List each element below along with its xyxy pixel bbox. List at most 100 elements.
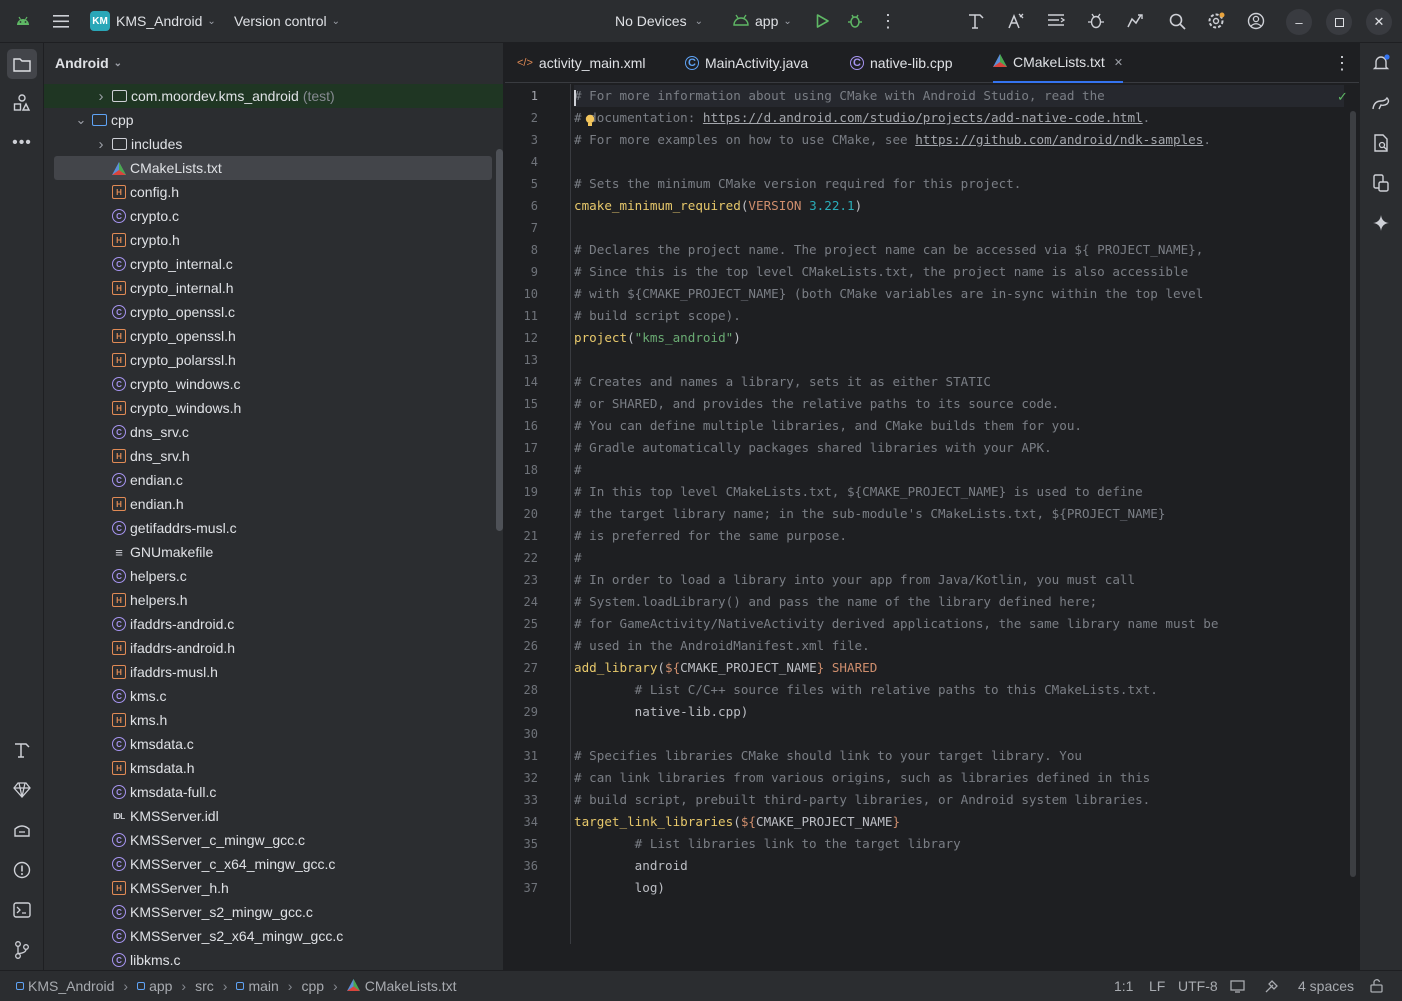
- breadcrumb-item[interactable]: app: [149, 978, 172, 994]
- code-line[interactable]: # In this top level CMakeLists.txt, ${CM…: [574, 481, 1143, 503]
- chevron-down-icon[interactable]: ⌄: [74, 112, 88, 128]
- breadcrumb-item[interactable]: main: [248, 978, 278, 994]
- running-devices-icon[interactable]: [1366, 168, 1396, 198]
- lock-icon[interactable]: [1370, 971, 1383, 1001]
- code-line[interactable]: # Specifies libraries CMake should link …: [574, 745, 1082, 767]
- settings-icon[interactable]: [1205, 6, 1227, 36]
- gradle-icon[interactable]: [1366, 88, 1396, 118]
- maximize-icon[interactable]: [1326, 9, 1352, 35]
- project-tool-icon[interactable]: [7, 49, 37, 79]
- tree-item[interactable]: Hifaddrs-android.h: [44, 636, 492, 660]
- breadcrumb-item[interactable]: KMS_Android: [28, 978, 114, 994]
- hamburger-menu-icon[interactable]: [48, 6, 74, 36]
- more-vertical-icon[interactable]: ⋮: [879, 6, 897, 36]
- code-line[interactable]: # build script scope).: [574, 305, 741, 327]
- tab-close-icon[interactable]: ✕: [1114, 56, 1123, 69]
- tree-item[interactable]: Ccrypto_internal.c: [44, 252, 492, 276]
- terminal-icon[interactable]: [7, 895, 37, 925]
- more-tabs-icon[interactable]: ⋮: [1333, 43, 1351, 83]
- code-line[interactable]: # Declares the project name. The project…: [574, 239, 1203, 261]
- tree-item[interactable]: Ccrypto.c: [44, 204, 492, 228]
- code-line[interactable]: # In order to load a library into your a…: [574, 569, 1135, 591]
- tree-item[interactable]: Hifaddrs-musl.h: [44, 660, 492, 684]
- chevron-right-icon[interactable]: ›: [94, 136, 108, 153]
- tree-item[interactable]: Chelpers.c: [44, 564, 492, 588]
- tree-item[interactable]: Hcrypto_openssl.h: [44, 324, 492, 348]
- run-config-selector[interactable]: app ⌄: [733, 6, 792, 36]
- logcat-icon[interactable]: [7, 815, 37, 845]
- tree-item[interactable]: Hcrypto_polarssl.h: [44, 348, 492, 372]
- tree-item[interactable]: Hhelpers.h: [44, 588, 492, 612]
- more-tools-icon[interactable]: •••: [7, 128, 37, 158]
- code-line[interactable]: add_library(${CMAKE_PROJECT_NAME} SHARED: [574, 657, 877, 679]
- tab-mainactivity-java[interactable]: C MainActivity.java: [685, 43, 808, 83]
- tree-item[interactable]: Hcrypto.h: [44, 228, 492, 252]
- tree-item[interactable]: Ckmsdata.c: [44, 732, 492, 756]
- build-variants-icon[interactable]: [7, 735, 37, 765]
- editor-scrollbar[interactable]: [1350, 111, 1356, 877]
- tree-item[interactable]: Hdns_srv.h: [44, 444, 492, 468]
- tab-native-lib-cpp[interactable]: C native-lib.cpp: [850, 43, 953, 83]
- tab-activity-main-xml[interactable]: </> activity_main.xml: [517, 43, 646, 83]
- indent-setting[interactable]: 4 spaces: [1298, 971, 1354, 1001]
- tree-item[interactable]: Hkms.h: [44, 708, 492, 732]
- tree-item[interactable]: Ckmsdata-full.c: [44, 780, 492, 804]
- tree-item[interactable]: C KMSServer_s2_x64_mingw_gcc.c: [44, 924, 492, 948]
- tree-item[interactable]: Cdns_srv.c: [44, 420, 492, 444]
- code-content[interactable]: # For more information about using CMake…: [574, 84, 1354, 944]
- code-line[interactable]: # You can define multiple libraries, and…: [574, 415, 1082, 437]
- code-line[interactable]: # Sets the minimum CMake version require…: [574, 173, 1021, 195]
- tree-item[interactable]: IDL KMSServer.idl: [44, 804, 492, 828]
- readonly-toggle-icon[interactable]: [1230, 971, 1245, 1001]
- code-line[interactable]: # can link libraries from various origin…: [574, 767, 1150, 789]
- breadcrumb-item[interactable]: src: [195, 978, 214, 994]
- tree-item[interactable]: Cifaddrs-android.c: [44, 612, 492, 636]
- code-line[interactable]: cmake_minimum_required(VERSION 3.22.1): [574, 195, 862, 217]
- tab-cmakelists-txt[interactable]: CMakeLists.txt ✕: [993, 43, 1124, 83]
- translate-icon[interactable]: [1005, 6, 1027, 36]
- code-line[interactable]: # build script, prebuilt third-party lib…: [574, 789, 1150, 811]
- device-manager-icon[interactable]: [1045, 6, 1067, 36]
- tree-item[interactable]: Clibkms.c: [44, 948, 492, 970]
- resource-manager-icon[interactable]: [7, 88, 37, 118]
- code-line[interactable]: # For more examples on how to use CMake,…: [574, 129, 1211, 151]
- problems-icon[interactable]: [7, 855, 37, 885]
- close-icon[interactable]: ✕: [1366, 9, 1392, 35]
- code-line[interactable]: #: [574, 459, 582, 481]
- tree-item[interactable]: Hkmsdata.h: [44, 756, 492, 780]
- debug-icon[interactable]: [845, 6, 865, 36]
- project-view-selector[interactable]: Android ⌄: [44, 43, 503, 83]
- code-line[interactable]: # For more information about using CMake…: [574, 85, 1344, 107]
- code-line[interactable]: # documentation: https://d.android.com/s…: [574, 107, 1150, 129]
- minimize-icon[interactable]: –: [1286, 9, 1312, 35]
- project-selector[interactable]: KM KMS_Android ⌄: [90, 6, 216, 36]
- breadcrumb-item[interactable]: cpp: [301, 978, 324, 994]
- tree-item[interactable]: C KMSServer_c_x64_mingw_gcc.c: [44, 852, 492, 876]
- tree-item[interactable]: › includes: [44, 132, 492, 156]
- code-line[interactable]: log): [574, 877, 665, 899]
- debug-device-icon[interactable]: [1085, 6, 1107, 36]
- code-link[interactable]: https://d.android.com/studio/projects/ad…: [703, 110, 1143, 125]
- gem-icon[interactable]: [7, 775, 37, 805]
- tree-item[interactable]: Ccrypto_openssl.c: [44, 300, 492, 324]
- code-line[interactable]: # is preferred for the same purpose.: [574, 525, 847, 547]
- gemini-sparkle-icon[interactable]: [1366, 208, 1396, 238]
- sync-icon[interactable]: [1124, 6, 1148, 36]
- code-line[interactable]: # List libraries link to the target libr…: [574, 833, 961, 855]
- code-line[interactable]: # or SHARED, and provides the relative p…: [574, 393, 1059, 415]
- code-link[interactable]: https://github.com/android/ndk-samples: [915, 132, 1203, 147]
- tree-item[interactable]: Hcrypto_windows.h: [44, 396, 492, 420]
- build-icon[interactable]: [965, 6, 987, 36]
- code-line[interactable]: # for GameActivity/NativeActivity derive…: [574, 613, 1218, 635]
- code-line[interactable]: # List C/C++ source files with relative …: [574, 679, 1158, 701]
- code-line[interactable]: # the target library name; in the sub-mo…: [574, 503, 1165, 525]
- tree-item[interactable]: ⌄ cpp: [44, 108, 492, 132]
- tree-item[interactable]: Cgetifaddrs-musl.c: [44, 516, 492, 540]
- notifications-icon[interactable]: [1366, 48, 1396, 78]
- tree-item[interactable]: C KMSServer_s2_mingw_gcc.c: [44, 900, 492, 924]
- tree-item[interactable]: Ccrypto_windows.c: [44, 372, 492, 396]
- file-encoding[interactable]: UTF-8: [1178, 971, 1218, 1001]
- device-selector[interactable]: No Devices ⌄: [615, 6, 703, 36]
- code-line[interactable]: project("kms_android"): [574, 327, 741, 349]
- chevron-right-icon[interactable]: ›: [94, 88, 108, 105]
